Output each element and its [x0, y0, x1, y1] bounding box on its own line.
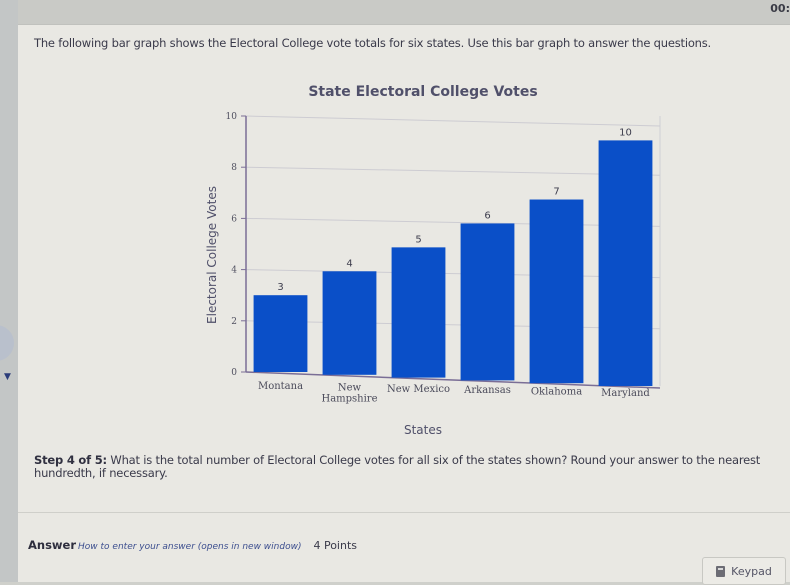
- data-label: 6: [484, 210, 490, 221]
- x-axis-title: States: [404, 423, 442, 437]
- y-tick-label: 10: [226, 112, 238, 122]
- bar-montana: [253, 295, 308, 372]
- bars: 3 4 5 6 7 10: [253, 127, 653, 386]
- x-axis-labels: Montana NewHampshire New Mexico Arkansas Okl…: [258, 381, 650, 404]
- x-tick-label: Maryland: [601, 388, 650, 399]
- points-label: 4 Points: [313, 539, 358, 552]
- x-tick-label: Montana: [258, 381, 303, 392]
- x-tick-label: New: [338, 382, 362, 393]
- question-step: Step 4 of 5: What is the total number of…: [34, 454, 774, 480]
- bar-oklahoma: [529, 199, 584, 384]
- answer-row: Answer How to enter your answer (opens i…: [28, 538, 357, 552]
- bar-maryland: [598, 140, 653, 386]
- x-tick-label: Oklahoma: [531, 387, 582, 398]
- y-tick-label: 0: [231, 368, 237, 378]
- grid-line: [245, 217, 661, 227]
- divider: [18, 512, 790, 513]
- x-tick-label: New Mexico: [387, 384, 450, 395]
- data-label: 7: [553, 187, 559, 198]
- grid-line: [245, 269, 661, 279]
- y-tick-label: 4: [231, 266, 237, 276]
- y-tick-label: 8: [231, 163, 237, 173]
- x-axis-line: [245, 371, 661, 389]
- chart-title: State Electoral College Votes: [308, 84, 537, 100]
- keypad-label: Keypad: [731, 564, 772, 578]
- calculator-icon: [716, 565, 726, 577]
- answer-label: Answer: [28, 538, 77, 552]
- x-tick-label: Hampshire: [321, 393, 377, 404]
- data-label: 3: [277, 282, 283, 293]
- y-tick-label: 2: [231, 317, 237, 327]
- step-label: Step 4 of 5:: [34, 453, 107, 467]
- grid-line: [245, 115, 661, 127]
- grid-line: [245, 320, 661, 330]
- x-tick-label: Arkansas: [463, 385, 511, 396]
- y-tick-label: 6: [231, 214, 237, 224]
- how-to-enter-answer-link[interactable]: How to enter your answer (opens in new w…: [78, 542, 301, 552]
- bar-new-mexico: [391, 247, 446, 378]
- bar-arkansas: [460, 223, 515, 381]
- grid-line: [245, 166, 661, 176]
- y-axis-title: Electoral College Votes: [205, 186, 219, 324]
- data-label: 5: [415, 234, 421, 245]
- keypad-button[interactable]: Keypad: [702, 557, 786, 585]
- bar-new-hampshire: [322, 271, 377, 375]
- data-label: 4: [346, 258, 352, 269]
- grid-lines: [245, 115, 661, 386]
- question-text: What is the total number of Electoral Co…: [34, 453, 761, 480]
- data-label: 10: [619, 127, 632, 138]
- bar-chart: State Electoral College Votes 0 2 4 6 8 10 3 4…: [205, 84, 661, 437]
